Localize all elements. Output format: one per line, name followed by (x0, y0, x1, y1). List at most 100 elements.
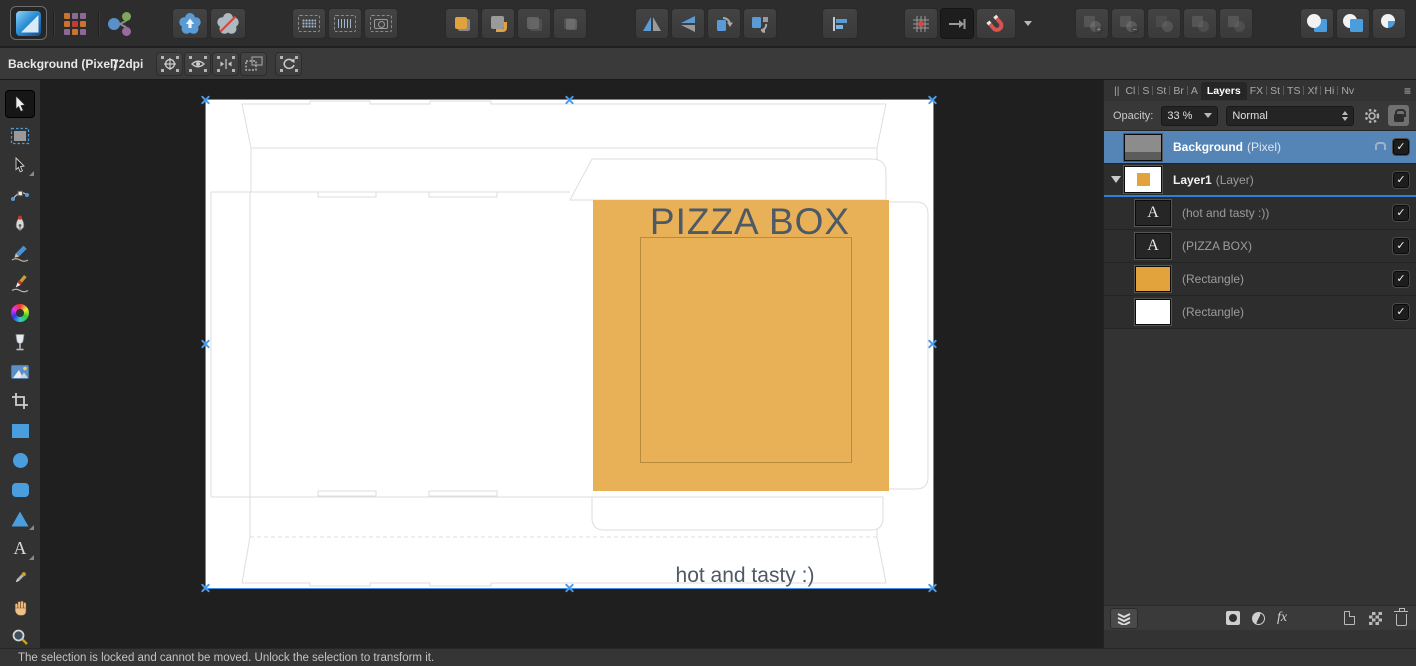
mask-layer-icon[interactable] (1226, 611, 1240, 625)
rotate-cw-button[interactable] (743, 8, 777, 39)
opacity-dropdown[interactable]: 33 % (1161, 105, 1219, 126)
selection-dots-button[interactable] (292, 8, 326, 39)
tab-st[interactable]: St (1153, 85, 1169, 97)
layer-visibility-checkbox[interactable]: ✓ (1393, 171, 1409, 188)
boolean-divide-button[interactable] (1183, 8, 1217, 39)
tab-styles[interactable]: St (1267, 85, 1283, 97)
color-picker-tool[interactable] (5, 566, 35, 590)
tab-ts[interactable]: TS (1284, 85, 1303, 97)
selection-handle-middle-right[interactable] (927, 338, 938, 349)
ellipse-tool[interactable] (5, 448, 35, 472)
lock-toggle-button[interactable] (1388, 105, 1410, 126)
layer-visibility-checkbox[interactable]: ✓ (1393, 271, 1409, 287)
layer-row-hot-and-tasty[interactable]: A (hot and tasty :)) ✓ (1104, 197, 1416, 230)
selection-handle-bottom-right[interactable] (927, 582, 938, 593)
selection-handle-bottom-center[interactable] (564, 582, 575, 593)
tab-a[interactable]: A (1188, 85, 1201, 97)
rotate-canvas-button[interactable] (364, 8, 398, 39)
place-image-tool[interactable] (5, 360, 35, 384)
hide-selection-while-dragging-button[interactable] (212, 52, 239, 76)
boolean-intersect-button[interactable] (1147, 8, 1181, 39)
flip-vertical-button[interactable] (671, 8, 705, 39)
layer-thumbnail[interactable] (1124, 166, 1162, 193)
designer-persona-button[interactable] (10, 6, 47, 40)
artboard-tool[interactable] (5, 124, 35, 148)
layer-row-pizza-box[interactable]: A (PIZZA BOX) ✓ (1104, 230, 1416, 263)
selection-tool[interactable] (5, 153, 35, 177)
move-tool[interactable] (5, 90, 35, 118)
insert-inside-button[interactable] (1336, 8, 1370, 39)
layers-stack-button[interactable] (1110, 607, 1138, 629)
disclosure-triangle[interactable] (1110, 176, 1124, 183)
brush-tool[interactable] (5, 271, 35, 295)
new-pixel-layer-icon[interactable] (1369, 611, 1382, 625)
pizza-box-lid[interactable]: PIZZA BOX hot and tasty :) (593, 200, 889, 587)
insert-behind-button[interactable] (1372, 8, 1406, 39)
move-to-front-button[interactable] (445, 8, 479, 39)
layer-visibility-checkbox[interactable]: ✓ (1393, 304, 1409, 320)
color-wheel-tool[interactable] (5, 301, 35, 325)
canvas-area[interactable]: PIZZA BOX hot and tasty :) (40, 80, 1103, 648)
selection-handle-top-left[interactable] (200, 94, 211, 105)
shape-layer-thumbnail[interactable] (1135, 266, 1171, 292)
boolean-subtract-button[interactable]: − (1111, 8, 1145, 39)
move-by-whole-pixels-button[interactable] (940, 8, 974, 39)
text-tool[interactable]: A (5, 537, 35, 561)
snapping-magnet-button[interactable] (976, 8, 1016, 39)
tab-layers[interactable]: Layers (1200, 81, 1247, 100)
delete-layer-icon[interactable] (1394, 607, 1408, 626)
cycle-selection-box-button[interactable] (184, 52, 211, 76)
panel-menu-icon[interactable]: ≡ (1404, 84, 1411, 98)
pen-tool[interactable] (5, 212, 35, 236)
show-pixel-grid-button[interactable] (904, 8, 938, 39)
zoom-tool[interactable] (5, 625, 35, 649)
move-to-back-button[interactable] (553, 8, 587, 39)
layer-visibility-checkbox[interactable]: ✓ (1393, 139, 1409, 155)
hand-tool[interactable] (5, 596, 35, 620)
blend-mode-dropdown[interactable]: Normal (1226, 105, 1355, 126)
shape-layer-thumbnail[interactable] (1135, 299, 1171, 325)
layer-effects-icon[interactable]: fx (1277, 610, 1287, 626)
node-tool[interactable] (5, 183, 35, 207)
snapping-options-caret[interactable] (1018, 8, 1038, 39)
rotation-button[interactable] (275, 52, 302, 76)
transform-objects-separately-button[interactable] (240, 52, 267, 76)
tab-nv[interactable]: Nv (1338, 85, 1357, 97)
transform-origin-button[interactable] (156, 52, 183, 76)
gear-icon[interactable] (1364, 108, 1380, 124)
panel-splitter-icon[interactable]: || (1111, 85, 1122, 97)
move-forward-button[interactable] (481, 8, 515, 39)
rectangle-tool[interactable] (5, 419, 35, 443)
export-persona-button[interactable] (103, 8, 137, 39)
tab-fx[interactable]: FX (1247, 85, 1266, 97)
flower-slash-button[interactable] (210, 8, 246, 39)
rounded-rectangle-tool[interactable] (5, 478, 35, 502)
boolean-combine-button[interactable] (1219, 8, 1253, 39)
selection-handle-top-right[interactable] (927, 94, 938, 105)
tab-br[interactable]: Br (1170, 85, 1187, 97)
new-layer-icon[interactable] (1344, 611, 1355, 625)
adjustment-layer-icon[interactable] (1252, 611, 1265, 625)
layer-row-layer1[interactable]: Layer1 (Layer) ✓ (1104, 164, 1416, 197)
boolean-add-button[interactable]: + (1075, 8, 1109, 39)
document-canvas[interactable]: PIZZA BOX hot and tasty :) (205, 99, 934, 589)
flip-horizontal-button[interactable] (635, 8, 669, 39)
crop-tool[interactable] (5, 389, 35, 413)
tab-xf[interactable]: Xf (1304, 85, 1320, 97)
layer-row-background[interactable]: Background (Pixel) ✓ (1104, 131, 1416, 164)
selection-handle-middle-left[interactable] (200, 338, 211, 349)
selection-handle-bottom-left[interactable] (200, 582, 211, 593)
selection-handle-top-center[interactable] (564, 94, 575, 105)
triangle-tool[interactable] (5, 507, 35, 531)
layer-row-rectangle-white[interactable]: (Rectangle) ✓ (1104, 296, 1416, 329)
layer-visibility-checkbox[interactable]: ✓ (1393, 205, 1409, 221)
transparency-tool[interactable] (5, 330, 35, 354)
layer-thumbnail[interactable] (1124, 133, 1162, 161)
rotate-ccw-button[interactable] (707, 8, 741, 39)
pencil-tool[interactable] (5, 242, 35, 266)
move-backward-button[interactable] (517, 8, 551, 39)
text-layer-thumbnail[interactable]: A (1135, 200, 1171, 226)
selection-lines-button[interactable] (328, 8, 362, 39)
pixel-persona-button[interactable] (58, 8, 92, 39)
tab-hi[interactable]: Hi (1321, 85, 1337, 97)
